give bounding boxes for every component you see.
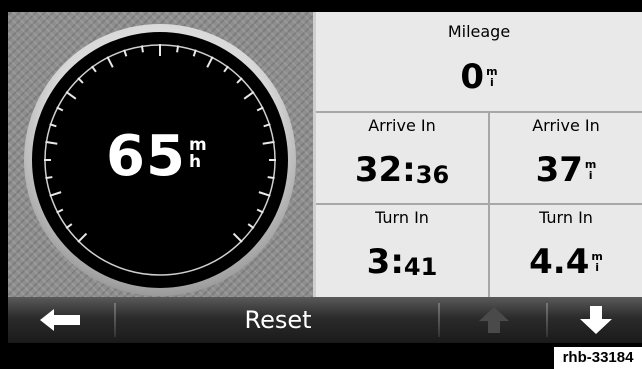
field-turn-distance[interactable]: Turn In 4.4 m i: [490, 205, 642, 297]
unit-bottom: i: [489, 76, 494, 89]
mileage-unit: m i: [486, 66, 497, 88]
field-value: 4.4 m i: [490, 245, 642, 279]
reset-button[interactable]: Reset: [118, 297, 438, 343]
turn-time-small: 41: [403, 253, 438, 281]
field-mileage[interactable]: Mileage 0 m i: [316, 12, 642, 111]
data-fields: Mileage 0 m i Arrive In 32: 36 Arrive In…: [316, 12, 642, 297]
unit-bottom: i: [588, 169, 593, 182]
field-arrive-time[interactable]: Arrive In 32: 36: [316, 113, 488, 203]
field-turn-time[interactable]: Turn In 3: 41: [316, 205, 488, 297]
bottom-button-bar: Reset: [8, 297, 642, 343]
field-arrive-distance[interactable]: Arrive In 37 m i: [490, 113, 642, 203]
back-button[interactable]: [8, 297, 112, 343]
arrive-distance-unit: m i: [585, 159, 596, 181]
unit-bottom: i: [595, 261, 599, 274]
trip-computer-screen: 65 m h Mileage 0 m i Arrive In 32: 36 Ar…: [8, 12, 642, 357]
separator: [438, 303, 440, 337]
separator: [114, 303, 116, 337]
speed-unit-bottom: h: [188, 152, 202, 172]
arrive-time-small: 36: [415, 161, 450, 189]
speed-readout: 65 m h: [106, 129, 207, 185]
speed-unit: m h: [189, 137, 207, 171]
turn-time-main: 3:: [366, 242, 404, 282]
dial-tick: [45, 176, 53, 180]
separator: [546, 303, 548, 337]
field-label: Mileage: [447, 22, 511, 41]
field-label: Turn In: [539, 208, 593, 227]
left-arrow-icon: [40, 309, 80, 331]
field-value: 3: 41: [316, 245, 488, 279]
scroll-down-button[interactable]: [550, 297, 642, 343]
up-arrow-icon: [479, 307, 509, 333]
reset-label: Reset: [244, 306, 312, 334]
field-value: 0 m i: [316, 60, 642, 94]
field-label: Arrive In: [368, 116, 436, 135]
mileage-value: 0: [460, 57, 485, 97]
down-arrow-icon: [580, 306, 612, 334]
speedometer-panel: 65 m h: [8, 12, 313, 297]
turn-distance-unit: m i: [591, 251, 602, 273]
field-value: 32: 36: [316, 153, 488, 187]
speed-value: 65: [106, 124, 186, 189]
field-value: 37 m i: [490, 153, 642, 187]
dial-tick: [140, 45, 144, 53]
arrive-distance-value: 37: [535, 150, 583, 190]
field-label: Turn In: [375, 208, 429, 227]
dial-tick: [267, 176, 275, 180]
arrive-time-main: 32:: [354, 150, 416, 190]
scroll-up-button[interactable]: [442, 297, 546, 343]
turn-distance-value: 4.4: [529, 242, 590, 282]
field-label: Arrive In: [532, 116, 600, 135]
figure-tag: rhb-33184: [554, 347, 642, 369]
dial-tick: [176, 45, 180, 53]
